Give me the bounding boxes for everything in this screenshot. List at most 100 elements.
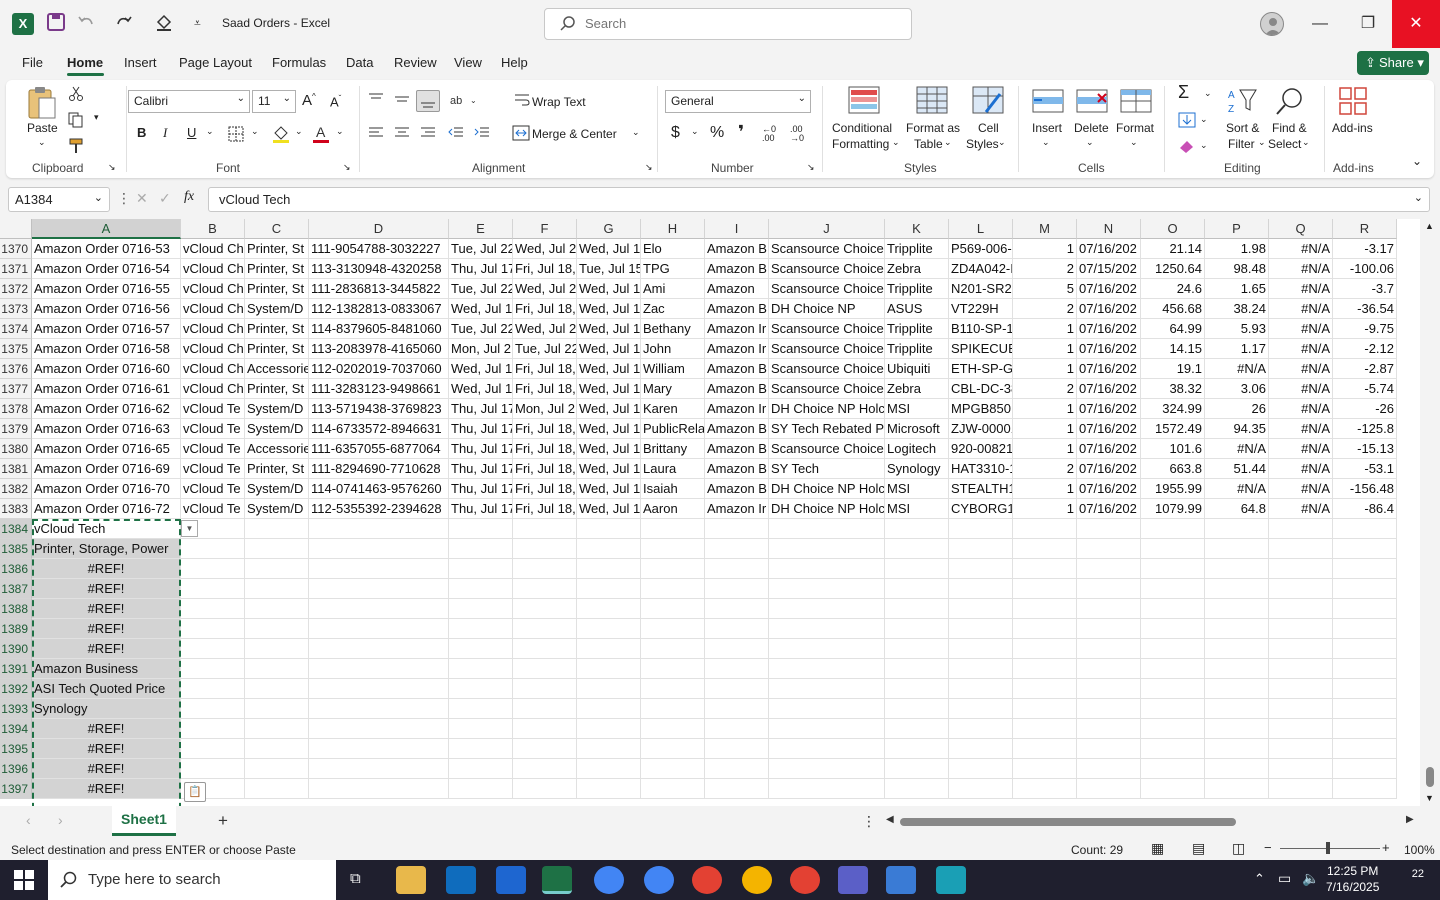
empty-cell[interactable] bbox=[449, 679, 513, 699]
table-cell[interactable]: 07/16/202 bbox=[1077, 239, 1141, 259]
table-cell[interactable]: 101.6 bbox=[1141, 439, 1205, 459]
empty-cell[interactable] bbox=[705, 679, 769, 699]
empty-cell[interactable] bbox=[513, 699, 577, 719]
table-cell[interactable]: Amazon Order 0716-58 bbox=[32, 339, 181, 359]
table-cell[interactable]: 64.8 bbox=[1205, 499, 1269, 519]
row-header[interactable]: 1380 bbox=[0, 439, 32, 459]
empty-cell[interactable] bbox=[1013, 539, 1077, 559]
table-cell[interactable]: 1955.99 bbox=[1141, 479, 1205, 499]
table-cell[interactable]: Thu, Jul 17 bbox=[449, 259, 513, 279]
empty-cell[interactable] bbox=[1013, 739, 1077, 759]
empty-cell[interactable] bbox=[1141, 679, 1205, 699]
column-header-q[interactable]: Q bbox=[1269, 219, 1333, 239]
empty-cell[interactable] bbox=[1333, 639, 1397, 659]
row-header[interactable]: 1373 bbox=[0, 299, 32, 319]
tab-file[interactable]: File bbox=[22, 55, 43, 70]
table-cell[interactable]: 113-2083978-4165060 bbox=[309, 339, 449, 359]
table-cell[interactable]: 5.93 bbox=[1205, 319, 1269, 339]
table-cell[interactable]: Thu, Jul 17 bbox=[449, 419, 513, 439]
table-cell[interactable]: 111-9054788-3032227 bbox=[309, 239, 449, 259]
table-cell[interactable]: Amazon B bbox=[705, 459, 769, 479]
table-cell[interactable]: -3.7 bbox=[1333, 279, 1397, 299]
table-cell[interactable]: #N/A bbox=[1269, 359, 1333, 379]
column-header-h[interactable]: H bbox=[641, 219, 705, 239]
table-cell[interactable]: CBL-DC-38 bbox=[949, 379, 1013, 399]
page-break-view-icon[interactable]: ◫ bbox=[1232, 840, 1245, 857]
zoom-app-icon[interactable] bbox=[496, 866, 526, 894]
empty-cell[interactable] bbox=[1077, 739, 1141, 759]
empty-cell[interactable] bbox=[705, 739, 769, 759]
empty-cell[interactable] bbox=[1333, 699, 1397, 719]
table-cell[interactable]: #N/A bbox=[1269, 479, 1333, 499]
file-explorer-icon[interactable] bbox=[396, 866, 426, 894]
table-cell[interactable]: Printer, St bbox=[245, 279, 309, 299]
empty-cell[interactable] bbox=[769, 519, 885, 539]
table-cell[interactable]: Fri, Jul 18, bbox=[513, 259, 577, 279]
empty-cell[interactable] bbox=[885, 599, 949, 619]
row-header[interactable]: 1379 bbox=[0, 419, 32, 439]
table-cell[interactable]: Scansource Choice bbox=[769, 259, 885, 279]
empty-cell[interactable] bbox=[1013, 579, 1077, 599]
table-cell[interactable]: 3.06 bbox=[1205, 379, 1269, 399]
table-cell[interactable]: ASUS bbox=[885, 299, 949, 319]
table-cell[interactable]: -86.4 bbox=[1333, 499, 1397, 519]
empty-cell[interactable] bbox=[885, 659, 949, 679]
empty-cell[interactable] bbox=[1269, 719, 1333, 739]
row-header[interactable]: 1390 bbox=[0, 639, 32, 659]
comma-style-icon[interactable]: ❜ bbox=[738, 122, 744, 143]
zoom-level[interactable]: 100% bbox=[1404, 843, 1435, 857]
table-cell[interactable]: 1079.99 bbox=[1141, 499, 1205, 519]
empty-cell[interactable] bbox=[705, 619, 769, 639]
table-cell[interactable]: MSI bbox=[885, 499, 949, 519]
table-cell[interactable]: Wed, Jul 1 bbox=[577, 239, 641, 259]
tab-insert[interactable]: Insert bbox=[124, 55, 157, 70]
empty-cell[interactable] bbox=[181, 719, 245, 739]
empty-cell[interactable] bbox=[1141, 539, 1205, 559]
table-cell[interactable]: 111-6357055-6877064 bbox=[309, 439, 449, 459]
empty-cell[interactable] bbox=[949, 719, 1013, 739]
tab-view[interactable]: View bbox=[454, 55, 482, 70]
empty-cell[interactable] bbox=[1141, 599, 1205, 619]
empty-cell[interactable] bbox=[245, 779, 309, 799]
table-cell[interactable]: 1 bbox=[1013, 239, 1077, 259]
table-cell[interactable]: 1.17 bbox=[1205, 339, 1269, 359]
table-cell[interactable]: Tripplite bbox=[885, 339, 949, 359]
empty-cell[interactable] bbox=[769, 559, 885, 579]
table-cell[interactable]: Laura bbox=[641, 459, 705, 479]
scroll-left-icon[interactable]: ◀ bbox=[886, 814, 894, 825]
selected-cell[interactable]: #REF! bbox=[32, 579, 181, 599]
empty-cell[interactable] bbox=[1269, 519, 1333, 539]
column-header-r[interactable]: R bbox=[1333, 219, 1397, 239]
notifications-icon[interactable]: 22 bbox=[1398, 868, 1424, 892]
undo-icon[interactable] bbox=[76, 12, 98, 34]
name-box[interactable]: A1384 ⌄ bbox=[8, 187, 110, 212]
table-cell[interactable]: #N/A bbox=[1269, 279, 1333, 299]
empty-cell[interactable] bbox=[641, 779, 705, 799]
empty-cell[interactable] bbox=[577, 719, 641, 739]
number-launcher-icon[interactable]: ↘ bbox=[807, 162, 815, 173]
table-cell[interactable]: 112-5355392-2394628 bbox=[309, 499, 449, 519]
conditional-formatting-icon[interactable] bbox=[848, 86, 880, 119]
table-cell[interactable]: #N/A bbox=[1269, 239, 1333, 259]
empty-cell[interactable] bbox=[1205, 599, 1269, 619]
empty-cell[interactable] bbox=[577, 679, 641, 699]
table-cell[interactable]: Scansource Choice bbox=[769, 319, 885, 339]
underline-icon[interactable]: U bbox=[187, 125, 196, 140]
table-cell[interactable]: vCloud Ch bbox=[181, 339, 245, 359]
empty-cell[interactable] bbox=[449, 719, 513, 739]
chrome-icon[interactable] bbox=[692, 866, 722, 894]
close-icon[interactable]: ✕ bbox=[1392, 0, 1440, 48]
empty-cell[interactable] bbox=[181, 759, 245, 779]
empty-cell[interactable] bbox=[181, 599, 245, 619]
empty-cell[interactable] bbox=[309, 579, 449, 599]
table-cell[interactable]: vCloud Ch bbox=[181, 279, 245, 299]
table-cell[interactable]: DH Choice NP Holc bbox=[769, 499, 885, 519]
column-header-a[interactable]: A bbox=[32, 219, 181, 239]
empty-cell[interactable] bbox=[949, 559, 1013, 579]
row-header[interactable]: 1385 bbox=[0, 539, 32, 559]
page-layout-view-icon[interactable]: ▤ bbox=[1192, 840, 1205, 857]
table-cell[interactable]: Mon, Jul 2 bbox=[449, 339, 513, 359]
align-top-icon[interactable] bbox=[368, 92, 384, 109]
empty-cell[interactable] bbox=[885, 759, 949, 779]
currency-dropdown-icon[interactable]: ⌄ bbox=[691, 126, 699, 137]
